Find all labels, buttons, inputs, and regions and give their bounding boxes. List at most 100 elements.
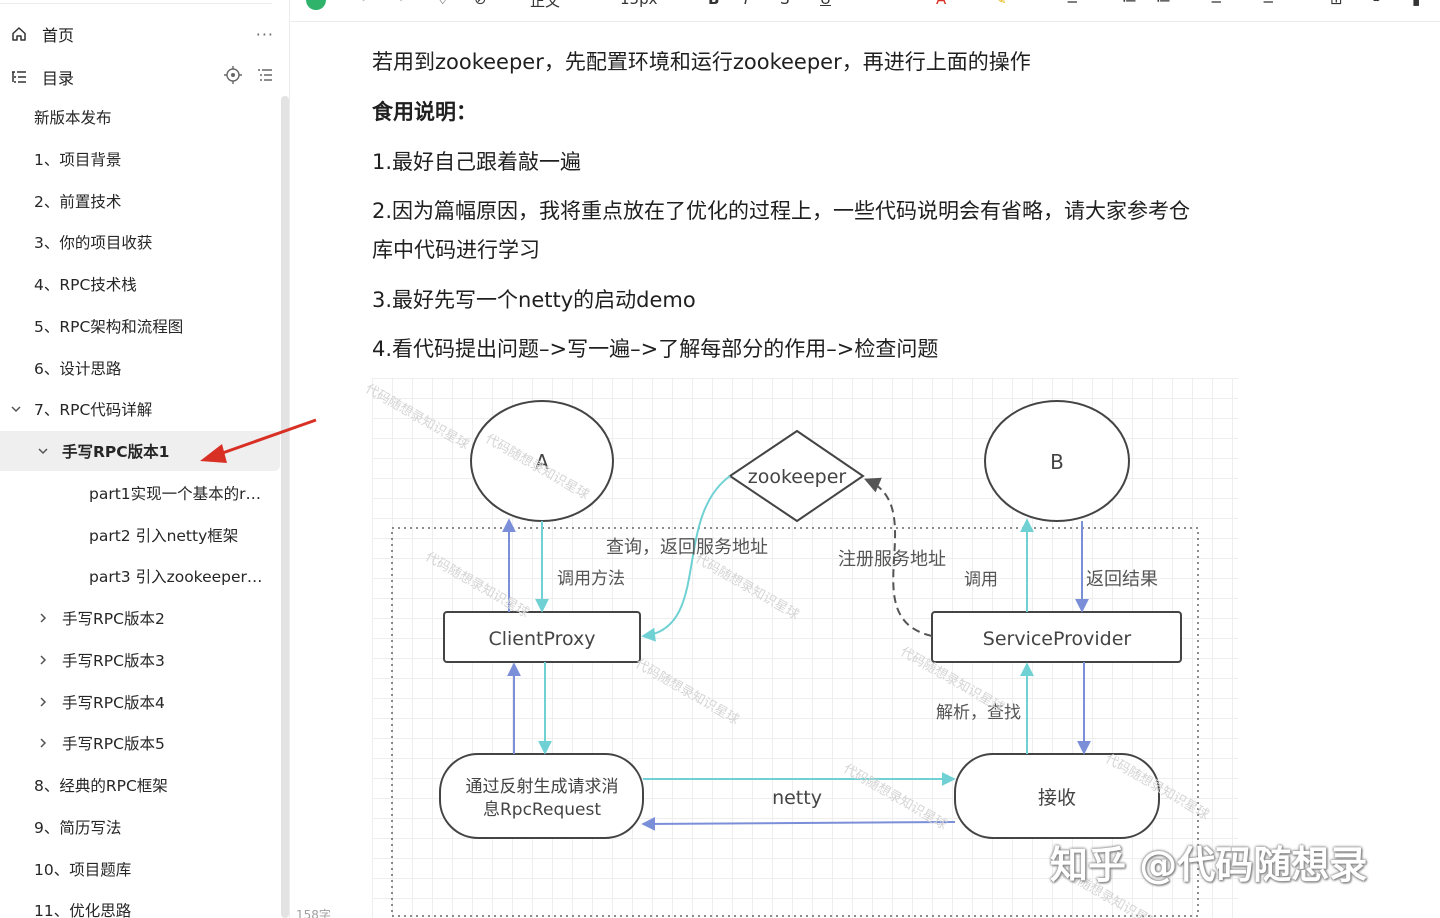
toc-item[interactable]: 4、RPC技术栈 bbox=[0, 264, 280, 304]
chevron-down-icon[interactable] bbox=[37, 445, 49, 457]
toc-item[interactable]: 9、简历写法 bbox=[0, 807, 280, 847]
label-parse: 解析，查找 bbox=[936, 703, 1021, 723]
toc-item-label: 7、RPC代码详解 bbox=[34, 401, 153, 420]
undo-icon[interactable]: ↶ bbox=[360, 0, 373, 8]
align-icon[interactable]: ≡ bbox=[1066, 0, 1079, 8]
label-register: 注册服务地址 bbox=[838, 549, 946, 570]
line-height-icon[interactable]: ≡ bbox=[1262, 0, 1275, 8]
receive-label: 接收 bbox=[1038, 787, 1076, 809]
toc-item-label: 手写RPC版本2 bbox=[62, 610, 165, 628]
font-size-select[interactable]: 15px bbox=[620, 0, 658, 8]
home-label: 首页 bbox=[42, 26, 75, 45]
toc-item-label: 手写RPC版本4 bbox=[62, 693, 165, 712]
word-count: 158字 bbox=[296, 908, 331, 918]
toc-item-label: 1、项目背景 bbox=[34, 150, 122, 169]
link-icon[interactable]: ⚭ bbox=[1370, 0, 1383, 8]
bullet-list-icon[interactable]: ≔ bbox=[1156, 0, 1171, 8]
toc-item-label: 4、RPC技术栈 bbox=[34, 276, 137, 294]
toc-item-label: 8、经典的RPC框架 bbox=[34, 777, 168, 795]
toc-item[interactable]: 8、经典的RPC框架 bbox=[0, 765, 280, 805]
client-proxy-label: ClientProxy bbox=[488, 628, 595, 650]
toc-item[interactable]: 10、项目题库 bbox=[0, 849, 280, 889]
sidebar: 首页 ··· 目录 新版本发布 1、项目背景 2、前置技术 3、你的项目收获 4、RPC… bbox=[0, 0, 290, 918]
node-b-label: B bbox=[1050, 450, 1064, 474]
toc-list-icon bbox=[10, 68, 28, 86]
underline-icon[interactable]: U bbox=[820, 0, 831, 8]
toc-item[interactable]: 5、RPC架构和流程图 bbox=[0, 306, 280, 346]
toc-item-label: 新版本发布 bbox=[34, 109, 112, 127]
status-dot-icon bbox=[306, 0, 326, 10]
zhihu-watermark: 知乎 @代码随想录 bbox=[1050, 843, 1368, 887]
edge-receive-to-reflect bbox=[641, 816, 956, 831]
more-icon[interactable]: ··· bbox=[256, 25, 274, 44]
toc-item-label: 手写RPC版本3 bbox=[62, 651, 165, 670]
locate-icon[interactable] bbox=[224, 66, 242, 88]
strikethrough-icon[interactable]: S bbox=[780, 0, 790, 8]
paragraph: 若用到zookeeper，先配置环境和运行zookeeper，再进行上面的操作 bbox=[372, 50, 1031, 74]
chevron-right-icon[interactable] bbox=[37, 612, 49, 624]
paragraph-style-select[interactable]: 正文 bbox=[530, 0, 560, 11]
toc-item[interactable]: 7、RPC代码详解 bbox=[0, 389, 280, 429]
toc-item[interactable]: 手写RPC版本1 bbox=[0, 431, 280, 471]
format-painter-icon[interactable]: ♢ bbox=[436, 0, 449, 8]
chevron-right-icon[interactable] bbox=[37, 654, 49, 666]
redo-icon[interactable]: ↷ bbox=[392, 0, 405, 8]
toc-item[interactable]: part2 引入netty框架 bbox=[0, 515, 280, 555]
toc-item[interactable]: part1实现一个基本的rpc调用 bbox=[0, 473, 280, 513]
label-call-method: 调用方法 bbox=[557, 569, 625, 589]
toc-item[interactable]: 手写RPC版本5 bbox=[0, 723, 280, 763]
paragraph: 1.最好自己跟着敲一遍 bbox=[372, 150, 582, 174]
reflect-request-line1: 通过反射生成请求消 bbox=[466, 777, 619, 797]
toc-item[interactable]: 3、你的项目收获 bbox=[0, 222, 280, 262]
toc-item-label: 3、你的项目收获 bbox=[34, 234, 153, 253]
label-call: 调用 bbox=[964, 570, 998, 590]
chevron-right-icon[interactable] bbox=[37, 696, 49, 708]
toc-item[interactable]: 6、设计思路 bbox=[0, 348, 280, 388]
chevron-down-icon[interactable] bbox=[10, 403, 22, 415]
toc-item-label: 2、前置技术 bbox=[34, 192, 122, 211]
toc-title: 目录 bbox=[42, 69, 75, 88]
toc-item[interactable]: 2、前置技术 bbox=[0, 181, 280, 221]
toc-item-label: 6、设计思路 bbox=[34, 359, 122, 378]
paragraph: 3.最好先写一个netty的启动demo bbox=[372, 288, 696, 312]
label-query: 查询，返回服务地址 bbox=[606, 537, 768, 558]
font-color-icon[interactable]: A bbox=[936, 0, 946, 8]
netty-label: netty bbox=[772, 787, 822, 809]
toc-item[interactable]: 1、项目背景 bbox=[0, 139, 280, 179]
ordered-list-icon[interactable]: ≔ bbox=[1122, 0, 1137, 8]
toc-item[interactable]: 手写RPC版本2 bbox=[0, 598, 280, 638]
zookeeper-label: zookeeper bbox=[748, 466, 847, 488]
indent-icon[interactable]: ≡ bbox=[1210, 0, 1223, 8]
outline-icon[interactable] bbox=[256, 66, 274, 88]
toc-item[interactable]: part3 引入zookeeper作为注册中心 bbox=[0, 556, 280, 596]
highlight-icon[interactable]: ✎ bbox=[994, 0, 1007, 8]
sidebar-home[interactable]: 首页 ··· bbox=[0, 14, 282, 54]
more-toolbar-icon[interactable]: ▮ bbox=[1412, 0, 1420, 8]
toc-item[interactable]: 新版本发布 bbox=[0, 97, 280, 137]
editor-toolbar: ↶ ↷ ♢ ⊘ 正文 15px B I S U A ✎ ≡ ≔ ≔ ≡ ≡ ⊞ … bbox=[290, 0, 1440, 22]
sidebar-top-divider bbox=[0, 3, 272, 4]
toc-item-label: part2 引入netty框架 bbox=[89, 526, 239, 545]
toc-item-label: 手写RPC版本5 bbox=[62, 735, 165, 754]
italic-icon[interactable]: I bbox=[744, 0, 748, 8]
section-heading: 食用说明： bbox=[372, 100, 477, 124]
clear-format-icon[interactable]: ⊘ bbox=[474, 0, 487, 8]
label-return: 返回结果 bbox=[1086, 569, 1158, 590]
sidebar-scrollbar[interactable] bbox=[281, 96, 289, 918]
reflect-request-line2: 息RpcRequest bbox=[483, 800, 601, 820]
toc-item-label: 9、简历写法 bbox=[34, 818, 122, 837]
sidebar-toc-header[interactable]: 目录 bbox=[0, 57, 282, 97]
toc-item-label: part3 引入zookeeper作为注册中心 bbox=[89, 568, 270, 587]
chevron-right-icon[interactable] bbox=[37, 737, 49, 749]
paragraph: 2.因为篇幅原因，我将重点放在了优化的过程上，一些代码说明会有省略，请大家参考仓 bbox=[372, 199, 1191, 223]
service-provider-label: ServiceProvider bbox=[983, 628, 1132, 650]
toc-item[interactable]: 手写RPC版本3 bbox=[0, 640, 280, 680]
toc-item-label: 手写RPC版本1 bbox=[62, 443, 170, 461]
toc-item[interactable]: 手写RPC版本4 bbox=[0, 682, 280, 722]
paragraph: 4.看代码提出问题–>写一遍–>了解每部分的作用–>检查问题 bbox=[372, 337, 939, 361]
toc-item-label: part1实现一个基本的rpc调用 bbox=[89, 484, 270, 503]
bold-icon[interactable]: B bbox=[708, 0, 719, 8]
toc-item[interactable]: 11、优化思路 bbox=[0, 890, 280, 918]
toc-item-label: 11、优化思路 bbox=[34, 902, 132, 918]
insert-icon[interactable]: ⊞ bbox=[1330, 0, 1343, 8]
